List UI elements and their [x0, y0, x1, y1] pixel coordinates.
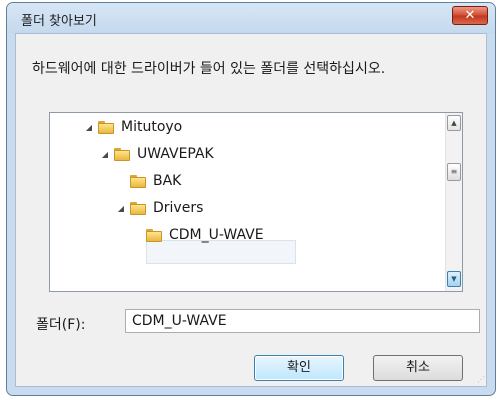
tree-item-drivers[interactable]: ◢ Drivers	[116, 197, 203, 219]
expand-arrow-icon[interactable]: ◢	[84, 123, 94, 132]
scroll-up-icon: ▲	[451, 119, 457, 127]
folder-tree[interactable]: ◢ Mitutoyo ◢ UWAVEPAK BAK ◢ Drivers CDM_…	[49, 112, 463, 292]
folder-path-input[interactable]	[125, 309, 480, 333]
scroll-grip-icon: ≡	[450, 167, 458, 176]
close-button[interactable]: ✕	[452, 6, 488, 25]
cancel-button[interactable]: 취소	[373, 355, 463, 381]
window-title: 폴더 찾아보기	[21, 14, 97, 29]
folder-browser-dialog: 폴더 찾아보기 ✕ 하드웨어에 대한 드라이버가 들어 있는 폴더를 선택하십시…	[6, 2, 496, 396]
tree-item-uwavepak[interactable]: ◢ UWAVEPAK	[100, 143, 214, 165]
folder-icon	[98, 120, 114, 134]
ok-button[interactable]: 확인	[254, 355, 344, 381]
tree-item-bak[interactable]: BAK	[116, 170, 181, 192]
expand-arrow-icon[interactable]: ◢	[100, 150, 110, 159]
tree-item-label: Drivers	[153, 200, 204, 216]
title-bar: 폴더 찾아보기 ✕	[7, 3, 495, 33]
dialog-client-area: 하드웨어에 대한 드라이버가 들어 있는 폴더를 선택하십시오. ◢ Mitut…	[15, 33, 487, 387]
scroll-up-button[interactable]: ▲	[447, 115, 461, 131]
scroll-down-button[interactable]: ▼	[447, 271, 461, 287]
scroll-thumb[interactable]: ≡	[447, 163, 461, 181]
tree-item-cdm-u-wave[interactable]: CDM_U-WAVE	[132, 224, 264, 246]
vertical-scrollbar[interactable]: ▲ ≡ ▼	[445, 113, 462, 291]
folder-icon	[114, 147, 130, 161]
close-icon: ✕	[464, 8, 476, 23]
folder-icon	[146, 228, 162, 242]
folder-icon	[130, 201, 146, 215]
scroll-down-icon: ▼	[451, 275, 457, 283]
tree-item-label: Mitutoyo	[121, 119, 183, 135]
tree-item-mitutoyo[interactable]: ◢ Mitutoyo	[84, 116, 182, 138]
tree-item-label: BAK	[153, 173, 182, 189]
expand-arrow-icon[interactable]: ◢	[116, 204, 126, 213]
folder-icon	[130, 174, 146, 188]
tree-item-label: UWAVEPAK	[137, 146, 214, 162]
dialog-description: 하드웨어에 대한 드라이버가 들어 있는 폴더를 선택하십시오.	[32, 61, 386, 77]
tree-item-label: CDM_U-WAVE	[169, 227, 264, 243]
folder-field-label: 폴더(F):	[36, 317, 86, 333]
resize-grip-icon[interactable]: ⋰	[477, 375, 485, 384]
